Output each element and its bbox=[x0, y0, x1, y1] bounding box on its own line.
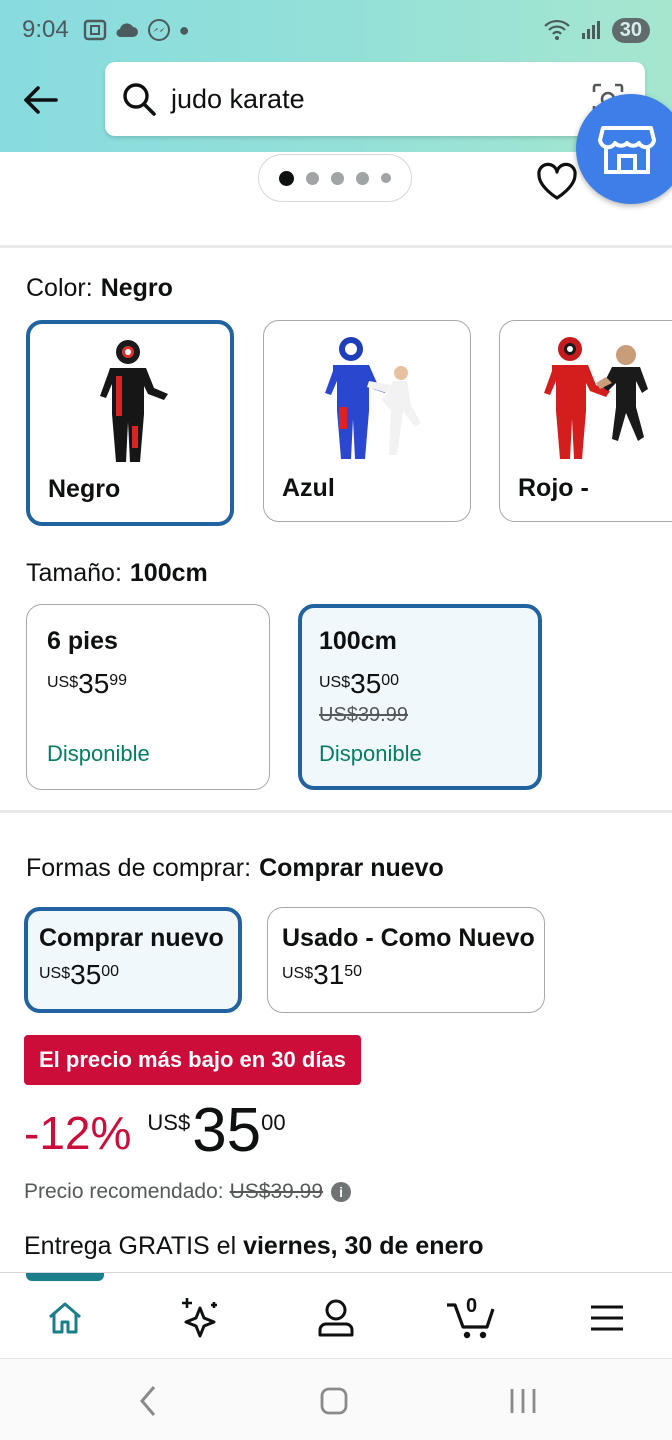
availability-text: Disponible bbox=[47, 741, 150, 766]
battery-indicator: 30 bbox=[611, 17, 650, 43]
availability-text: Disponible bbox=[319, 741, 422, 766]
system-navigation-bar bbox=[0, 1358, 672, 1440]
system-recents-button[interactable] bbox=[503, 1383, 543, 1419]
dot-icon: ● bbox=[178, 19, 190, 40]
size-option-label: 100cm bbox=[319, 627, 397, 655]
buy-option-new[interactable]: Comprar nuevo US$ 35 00 bbox=[24, 907, 242, 1013]
color-option-azul[interactable]: Azul bbox=[263, 320, 471, 522]
list-price-value: US$39.99 bbox=[229, 1180, 324, 1203]
color-option-label: Azul bbox=[282, 474, 335, 502]
size-option-price: US$ 35 00 bbox=[319, 668, 400, 699]
buy-option-label: Usado - Como Nuevo bbox=[282, 924, 535, 952]
buy-option-price: US$ 35 00 bbox=[39, 959, 120, 990]
header: 9:04 ● 30 judo karate bbox=[0, 0, 672, 152]
recents-icon bbox=[510, 1389, 536, 1413]
person-icon bbox=[318, 1299, 354, 1337]
color-label: Color: Negro bbox=[26, 274, 173, 302]
nav-ai-assistant[interactable] bbox=[175, 1293, 225, 1343]
size-selected: 100cm bbox=[129, 559, 208, 587]
carousel-dot bbox=[356, 171, 369, 185]
nav-home[interactable] bbox=[40, 1293, 90, 1343]
store-icon bbox=[598, 126, 656, 174]
home-square-icon bbox=[320, 1387, 348, 1415]
nav-account[interactable] bbox=[311, 1293, 361, 1343]
size-option-list-price: US$39.99 bbox=[319, 704, 408, 726]
product-image-black bbox=[30, 336, 230, 464]
back-arrow-icon[interactable] bbox=[20, 80, 60, 120]
size-option-100cm[interactable]: 100cm US$ 35 00 US$39.99 Disponible bbox=[298, 604, 542, 790]
size-label: Tamaño: 100cm bbox=[26, 559, 208, 587]
status-notification-icons: ● bbox=[83, 18, 190, 42]
product-image-blue bbox=[264, 333, 470, 461]
system-home-button[interactable] bbox=[314, 1383, 354, 1419]
cart-count: 0 bbox=[466, 1295, 478, 1317]
price-fraction: 00 bbox=[261, 1110, 286, 1135]
color-option-negro[interactable]: Negro bbox=[26, 320, 234, 526]
image-carousel-dots[interactable] bbox=[258, 154, 412, 202]
search-query: judo karate bbox=[171, 83, 305, 114]
delivery-message: Entrega GRATIS el viernes, 30 de enero bbox=[24, 1232, 484, 1260]
cloud-icon bbox=[116, 23, 138, 38]
hamburger-menu-icon bbox=[591, 1305, 623, 1331]
buy-option-label: Comprar nuevo bbox=[39, 924, 224, 952]
color-option-rojo[interactable]: Rojo - bbox=[499, 320, 672, 522]
home-icon bbox=[49, 1302, 81, 1334]
discount-percent: -12% bbox=[24, 1107, 132, 1159]
product-image-red bbox=[500, 333, 672, 461]
carousel-dot bbox=[306, 171, 319, 185]
buy-option-used[interactable]: Usado - Como Nuevo US$ 31 50 bbox=[267, 907, 545, 1013]
bottom-navigation: 0 bbox=[0, 1272, 672, 1358]
color-selected: Negro bbox=[100, 274, 173, 302]
search-input[interactable]: judo karate bbox=[105, 62, 645, 136]
color-option-label: Negro bbox=[48, 475, 121, 503]
list-price: Precio recomendado: US$39.99 i bbox=[24, 1180, 352, 1204]
nav-cart[interactable]: 0 bbox=[444, 1293, 500, 1343]
divider bbox=[0, 245, 672, 248]
wifi-icon bbox=[543, 19, 570, 40]
status-time: 9:04 bbox=[22, 16, 69, 43]
signal-icon bbox=[581, 21, 600, 39]
buy-options-label: Formas de comprar: Comprar nuevo bbox=[26, 854, 444, 882]
carousel-dot bbox=[381, 173, 391, 183]
price-currency: US$ bbox=[147, 1110, 191, 1135]
chevron-left-icon bbox=[140, 1386, 156, 1416]
divider bbox=[0, 810, 672, 813]
nav-menu[interactable] bbox=[582, 1293, 632, 1343]
buy-option-price: US$ 31 50 bbox=[282, 959, 363, 990]
status-bar: 9:04 ● 30 bbox=[22, 14, 650, 46]
screenshot-icon bbox=[83, 19, 106, 41]
carousel-dot bbox=[279, 170, 294, 186]
delivery-date: viernes, 30 de enero bbox=[243, 1232, 484, 1260]
sparkle-icon bbox=[182, 1298, 217, 1338]
heart-icon[interactable] bbox=[536, 162, 578, 202]
size-option-label: 6 pies bbox=[47, 627, 118, 655]
color-option-label: Rojo - bbox=[518, 474, 589, 502]
system-back-button[interactable] bbox=[128, 1383, 168, 1419]
price-whole: 35 bbox=[192, 1096, 262, 1165]
messenger-icon bbox=[147, 19, 170, 41]
search-icon bbox=[123, 83, 156, 116]
buy-selected: Comprar nuevo bbox=[259, 854, 444, 882]
main-price: -12% US$ 35 00 bbox=[24, 1100, 286, 1162]
deal-badge: El precio más bajo en 30 días bbox=[24, 1035, 361, 1085]
size-option-6-pies[interactable]: 6 pies US$ 35 99 Disponible bbox=[26, 604, 270, 790]
size-option-price: US$ 35 99 bbox=[47, 668, 128, 699]
info-icon[interactable]: i bbox=[331, 1182, 352, 1202]
nav-active-indicator bbox=[26, 1273, 104, 1281]
carousel-dot bbox=[331, 171, 344, 185]
store-button[interactable] bbox=[576, 94, 672, 204]
